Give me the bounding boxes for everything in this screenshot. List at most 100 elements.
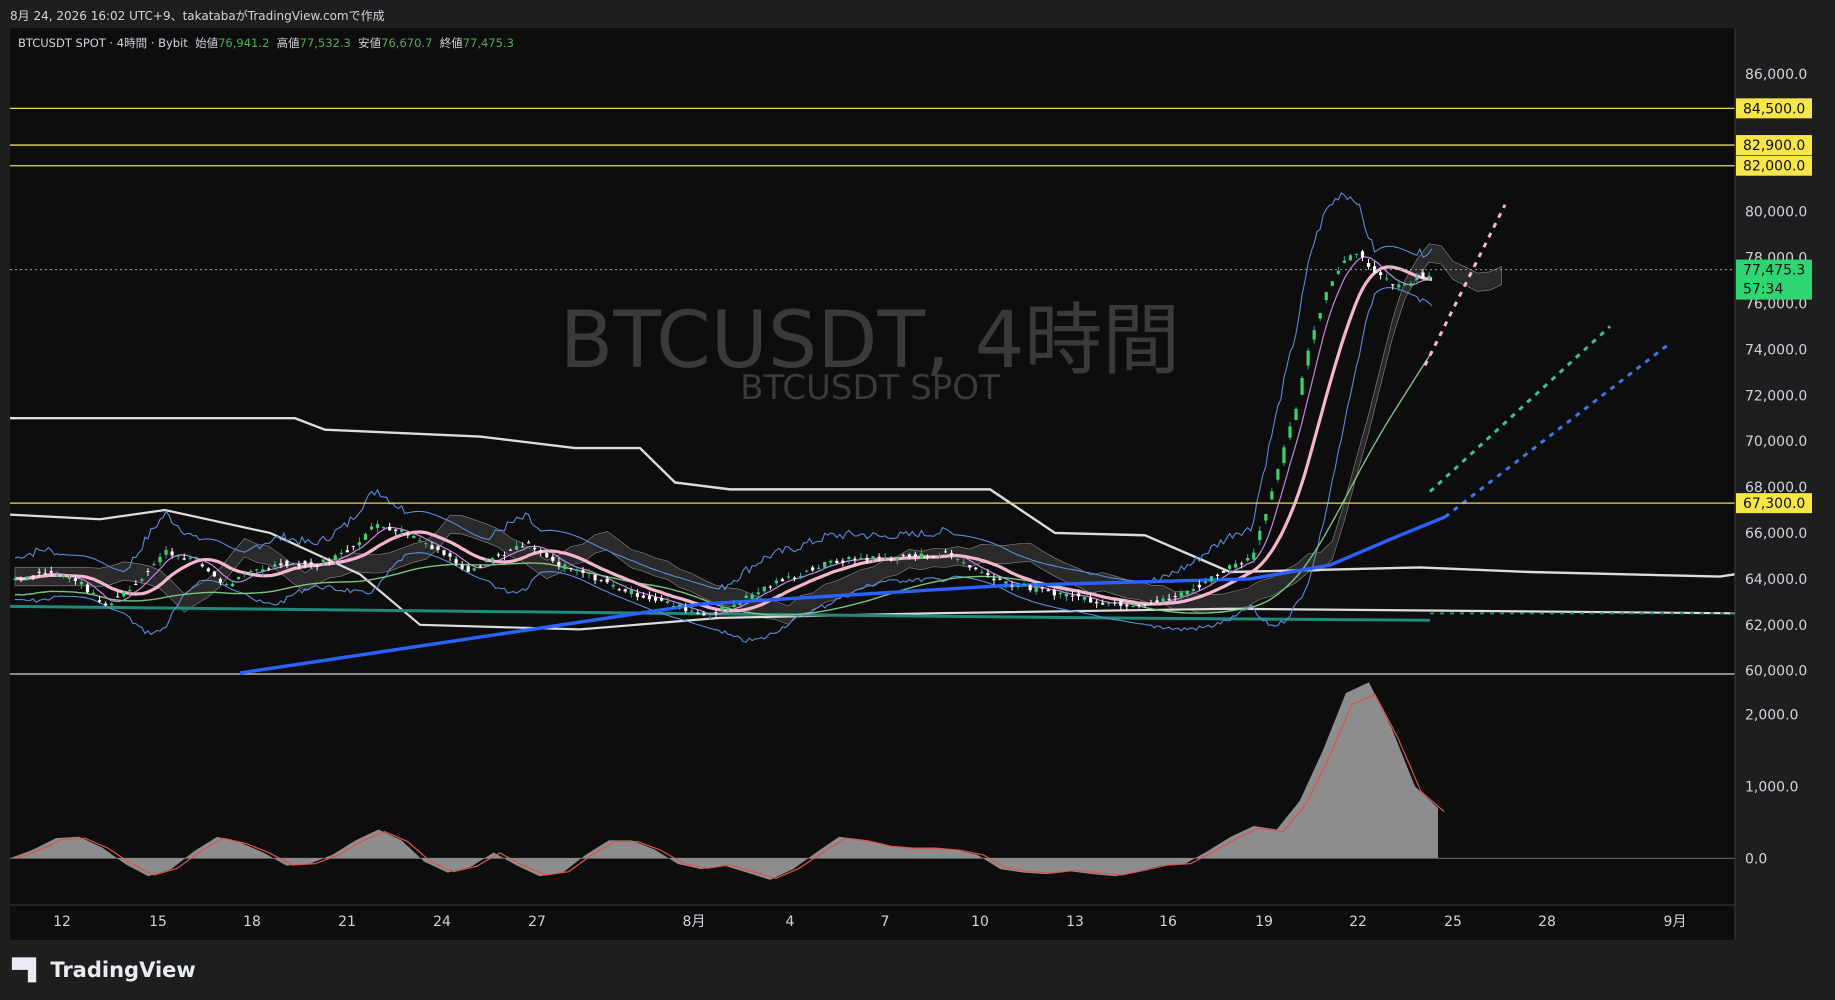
candle-body bbox=[1288, 426, 1292, 438]
candle-body bbox=[647, 595, 652, 600]
level-badge-label: 82,000.0 bbox=[1743, 159, 1805, 175]
time-tick-label: 24 bbox=[433, 914, 451, 930]
candle-body bbox=[1179, 592, 1183, 597]
candle-body bbox=[363, 533, 368, 540]
chart-canvas[interactable]: 12 15 18 21 24 27 8月 4 7 10 13 16 19 22 25 28 9月 84,500.… bbox=[0, 0, 1835, 1000]
candle-body bbox=[829, 560, 833, 563]
candle-body bbox=[1131, 606, 1135, 608]
candle-body bbox=[1173, 596, 1177, 598]
time-tick-label: 12 bbox=[53, 914, 71, 930]
price-axis[interactable]: 84,500.0 82,900.0 82,000.0 67,300.0 60,000.0… bbox=[1734, 28, 1812, 940]
price-tick-label: 74,000.0 bbox=[1745, 342, 1807, 358]
candle-body bbox=[1348, 255, 1353, 261]
tradingview-logo-icon: ▀▌ bbox=[12, 958, 45, 982]
ohlc-legend: BTCUSDT SPOT · 4時間 · Bybit 始値76,941.2 高値… bbox=[18, 35, 514, 51]
candle-body bbox=[1004, 581, 1008, 584]
price-tick-label: 68,000.0 bbox=[1745, 480, 1807, 496]
legend-close-label: 終値 bbox=[439, 36, 463, 50]
candle-body bbox=[998, 578, 1002, 580]
candle-body bbox=[986, 572, 990, 576]
tradingview-logo[interactable]: ▀▌ TradingView bbox=[12, 958, 196, 982]
candle-body bbox=[1240, 563, 1244, 565]
oscillator-tick-label: 0.0 bbox=[1745, 851, 1767, 867]
time-tick-label: 18 bbox=[243, 914, 261, 930]
candle-body bbox=[883, 557, 887, 559]
candle-body bbox=[889, 558, 893, 561]
candle-body bbox=[472, 568, 476, 571]
candle-body bbox=[291, 562, 295, 564]
candle-body bbox=[1270, 491, 1274, 500]
candle-body bbox=[617, 589, 621, 591]
candle-body bbox=[478, 566, 482, 568]
candle-body bbox=[430, 545, 434, 550]
candle-body bbox=[756, 592, 760, 595]
candle-body bbox=[877, 556, 881, 559]
candle-body bbox=[1354, 253, 1359, 255]
candle-body bbox=[581, 570, 585, 573]
candle-body bbox=[230, 583, 235, 587]
candle-body bbox=[508, 549, 513, 551]
candle-body bbox=[1040, 587, 1044, 589]
level-badge-label: 67,300.0 bbox=[1743, 496, 1805, 512]
time-tick-label: 28 bbox=[1538, 914, 1556, 930]
candle-body bbox=[539, 550, 543, 552]
chart-background bbox=[10, 28, 1735, 940]
candle-body bbox=[774, 580, 778, 584]
candle-body bbox=[67, 577, 71, 579]
price-tick-label: 80,000.0 bbox=[1745, 205, 1807, 221]
candle-body bbox=[188, 557, 192, 559]
candle-body bbox=[1282, 447, 1286, 464]
time-tick-label: 25 bbox=[1444, 914, 1462, 930]
candle-body bbox=[321, 559, 325, 562]
candle-body bbox=[267, 568, 271, 570]
candle-body bbox=[73, 578, 78, 581]
candle-body bbox=[37, 571, 41, 573]
footer-bar bbox=[0, 940, 1835, 1000]
candle-body bbox=[79, 581, 84, 585]
candle-body bbox=[514, 546, 519, 550]
candle-body bbox=[641, 595, 646, 598]
candle-body bbox=[436, 546, 440, 550]
candle-body bbox=[804, 570, 809, 572]
legend-open-label: 始値 bbox=[195, 36, 219, 50]
candle-body bbox=[243, 573, 247, 575]
candle-body bbox=[236, 576, 241, 580]
candle-body bbox=[672, 605, 676, 607]
candle-body bbox=[1119, 600, 1123, 606]
candle-body bbox=[273, 564, 277, 567]
candle-body bbox=[690, 610, 694, 612]
candle-body bbox=[19, 577, 23, 580]
candle-body bbox=[388, 526, 392, 531]
candle-body bbox=[1101, 602, 1105, 605]
candle-body bbox=[104, 603, 108, 606]
candle-body bbox=[1028, 585, 1032, 591]
candle-body bbox=[333, 555, 337, 560]
candle-body bbox=[285, 560, 289, 566]
candle-body bbox=[678, 604, 682, 607]
candle-body bbox=[1070, 595, 1075, 597]
candle-body bbox=[1234, 563, 1238, 568]
time-tick-label: 9月 bbox=[1664, 914, 1687, 930]
candle-body bbox=[261, 569, 265, 572]
candle-body bbox=[623, 589, 627, 592]
candle-body bbox=[726, 607, 730, 611]
price-tick-label: 72,000.0 bbox=[1745, 388, 1807, 404]
price-tick-label: 86,000.0 bbox=[1745, 67, 1807, 83]
time-tick-label: 13 bbox=[1066, 914, 1084, 930]
candle-body bbox=[720, 607, 724, 611]
candle-body bbox=[170, 551, 174, 556]
candle-body bbox=[575, 569, 579, 571]
legend-high-value: 77,532.3 bbox=[299, 36, 351, 50]
candle-body bbox=[496, 554, 501, 556]
candle-body bbox=[1095, 601, 1099, 604]
time-tick-label: 21 bbox=[338, 914, 356, 930]
time-tick-label: 8月 bbox=[683, 914, 706, 930]
candle-body bbox=[1143, 604, 1147, 606]
candle-body bbox=[1379, 272, 1383, 276]
candle-body bbox=[182, 558, 186, 560]
candle-body bbox=[406, 534, 410, 536]
level-badge-label: 84,500.0 bbox=[1743, 101, 1805, 117]
candle-body bbox=[919, 553, 923, 559]
candle-body bbox=[394, 529, 398, 532]
legend-high-label: 高値 bbox=[276, 36, 300, 50]
